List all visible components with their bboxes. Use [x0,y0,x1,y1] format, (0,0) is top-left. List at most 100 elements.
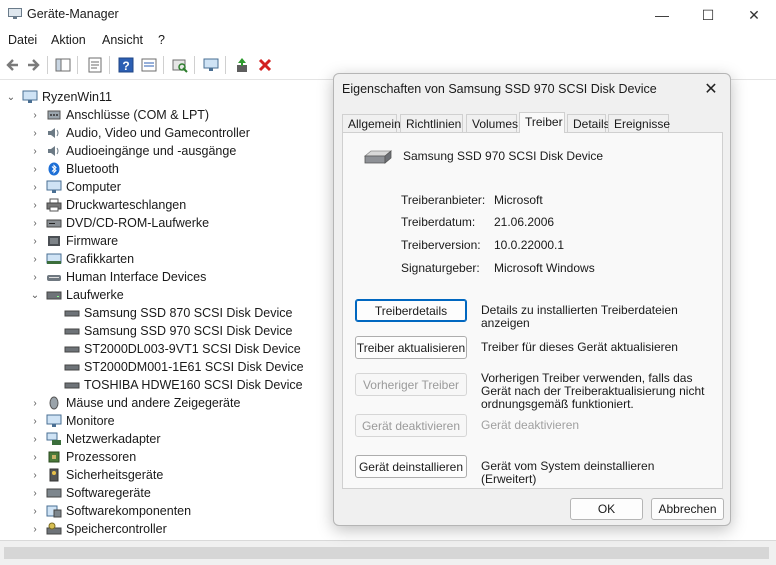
tree-category[interactable]: › Firmware [30,232,118,250]
tree-drive[interactable]: Samsung SSD 870 SCSI Disk Device [64,304,292,322]
tree-category-label: Computer [66,180,121,194]
scan-hardware-icon[interactable] [171,56,189,74]
chevron-right-icon[interactable]: › [30,254,40,265]
update-driver-button[interactable]: Treiber aktualisieren [355,336,467,359]
chevron-right-icon[interactable]: › [30,272,40,283]
tree-category[interactable]: › Audioeingänge und -ausgänge [30,142,236,160]
menu-help[interactable]: ? [158,33,165,47]
tree-category[interactable]: › Prozessoren [30,448,136,466]
tree-drive-label: ST2000DM001-1E61 SCSI Disk Device [84,360,304,374]
tree-category-label: Prozessoren [66,450,137,464]
tab-richtlinien[interactable]: Richtlinien [400,114,463,133]
ok-button[interactable]: OK [570,498,643,520]
toolbar-separator [163,56,164,74]
horizontal-scrollbar[interactable] [4,547,769,559]
chevron-right-icon[interactable]: › [30,146,40,157]
close-window-button[interactable]: ✕ [731,0,776,30]
tree-category[interactable]: › Mäuse und andere Zeigegeräte [30,394,240,412]
device-manager-icon [8,8,22,19]
tree-category[interactable]: › Human Interface Devices [30,268,206,286]
tab-details[interactable]: Details [567,114,610,133]
dialog-title: Eigenschaften von Samsung SSD 970 SCSI D… [342,82,657,96]
chevron-right-icon[interactable]: › [30,524,40,535]
tree-category-label: Human Interface Devices [66,270,207,284]
menu-datei[interactable]: Datei [8,33,37,47]
drive-icon [46,291,62,300]
tree-root[interactable]: ⌄ RyzenWin11 [6,88,112,106]
chevron-right-icon[interactable]: › [30,506,40,517]
menu-aktion[interactable]: Aktion [51,33,86,47]
toolbar-separator [109,56,110,74]
maximize-button[interactable]: ☐ [685,0,731,30]
tree-category[interactable]: › Druckwarteschlangen [30,196,186,214]
display-adapter-icon [46,253,62,264]
tree-category[interactable]: › DVD/CD-ROM-Laufwerke [30,214,209,232]
tree-category[interactable]: › Audio, Video und Gamecontroller [30,124,250,142]
tree-category[interactable]: › Sicherheitsgeräte [30,466,163,484]
minimize-button[interactable]: — [639,0,685,30]
tree-drive[interactable]: Samsung SSD 970 SCSI Disk Device [64,322,292,340]
driver-details-button[interactable]: Treiberdetails [355,299,467,322]
rollback-driver-button[interactable]: Vorheriger Treiber [355,373,467,396]
tree-category[interactable]: › Netzwerkadapter [30,430,160,448]
tree-category-label: Laufwerke [66,288,124,302]
help-icon[interactable]: ? [117,56,135,74]
tree-drive[interactable]: TOSHIBA HDWE160 SCSI Disk Device [64,376,303,394]
chevron-right-icon[interactable]: › [30,470,40,481]
chevron-right-icon[interactable]: › [30,416,40,427]
properties-dialog: Eigenschaften von Samsung SSD 970 SCSI D… [333,73,731,526]
tree-drive[interactable]: ST2000DM001-1E61 SCSI Disk Device [64,358,304,376]
tree-drive-label: ST2000DL003-9VT1 SCSI Disk Device [84,342,301,356]
tree-category[interactable]: › Softwaregeräte [30,484,150,502]
tree-category[interactable]: › Monitore [30,412,114,430]
uninstall-icon[interactable] [256,56,274,74]
chevron-down-icon[interactable]: ⌄ [30,290,40,301]
chevron-right-icon[interactable]: › [30,182,40,193]
network-adapter-icon [46,432,61,445]
forward-icon[interactable] [24,56,42,74]
tab-allgemein[interactable]: Allgemein [342,114,401,133]
software-component-icon [46,505,62,518]
signer-value: Microsoft Windows [494,261,595,275]
bluetooth-icon [48,162,60,176]
processor-icon [48,451,60,463]
cancel-button[interactable]: Abbrechen [651,498,724,520]
tab-ereignisse[interactable]: Ereignisse [608,114,670,133]
chevron-right-icon[interactable]: › [30,236,40,247]
toolbar-separator [194,56,195,74]
tree-category[interactable]: › Computer [30,178,121,196]
tab-treiber[interactable]: Treiber [519,112,565,133]
dialog-close-button[interactable]: ✕ [700,78,722,100]
tree-category[interactable]: › Bluetooth [30,160,119,178]
tree-category[interactable]: › Anschlüsse (COM & LPT) [30,106,209,124]
chevron-right-icon[interactable]: › [30,434,40,445]
tree-category[interactable]: › Softwarekomponenten [30,502,191,520]
chevron-right-icon[interactable]: › [30,452,40,463]
disable-device-button[interactable]: Gerät deaktivieren [355,414,467,437]
chevron-right-icon[interactable]: › [30,164,40,175]
tab-volumes[interactable]: Volumes [466,114,518,133]
chevron-right-icon[interactable]: › [30,488,40,499]
monitor-icon [46,414,62,427]
chevron-right-icon[interactable]: › [30,200,40,211]
tree-category-drives[interactable]: ⌄ Laufwerke [30,286,124,304]
hid-icon [47,275,61,281]
chevron-right-icon[interactable]: › [30,398,40,409]
chevron-right-icon[interactable]: › [30,110,40,121]
tree-category[interactable]: › Grafikkarten [30,250,134,268]
window-title: Geräte-Manager [27,7,119,21]
chevron-right-icon[interactable]: › [30,128,40,139]
update-driver-icon[interactable] [233,56,251,74]
show-hide-console-tree-icon[interactable] [54,56,72,74]
properties-icon[interactable] [86,56,104,74]
monitor-icon[interactable] [202,56,220,74]
disk-drive-icon [64,328,80,335]
tree-category[interactable]: › Speichercontroller [30,520,166,538]
back-icon[interactable] [4,56,22,74]
uninstall-device-button[interactable]: Gerät deinstallieren [355,455,467,478]
chevron-right-icon[interactable]: › [30,218,40,229]
menu-ansicht[interactable]: Ansicht [102,33,143,47]
show-device-icon[interactable] [140,56,158,74]
chevron-down-icon[interactable]: ⌄ [6,92,16,103]
tree-drive[interactable]: ST2000DL003-9VT1 SCSI Disk Device [64,340,301,358]
